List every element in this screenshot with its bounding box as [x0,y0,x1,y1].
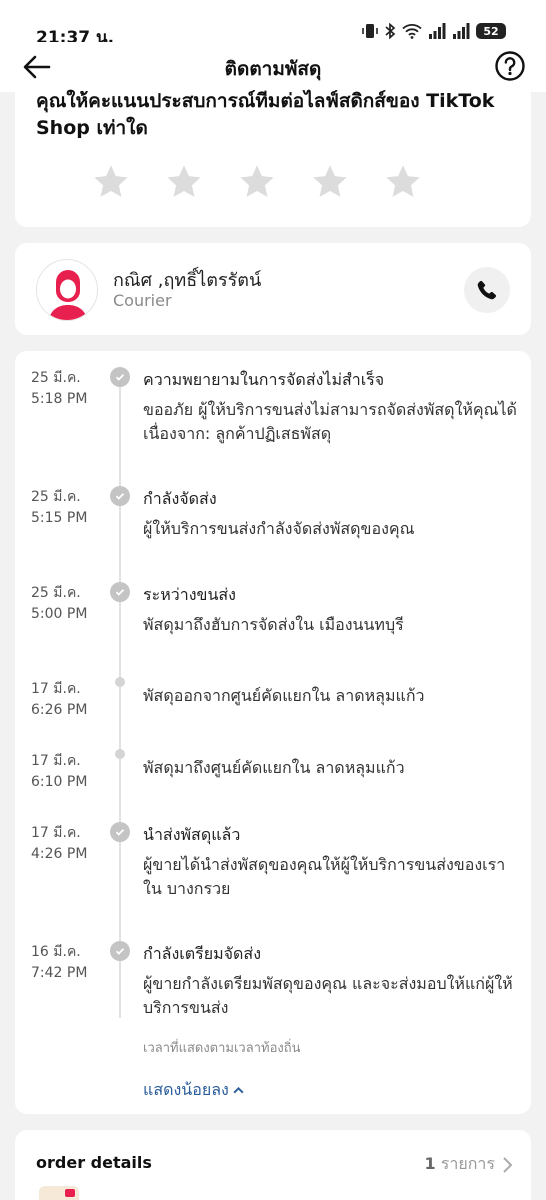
star-icon[interactable] [165,163,203,201]
tracking-timeline: 25 มี.ค. 5:18 PM ความพยายามในการจัดส่งไม่… [15,351,531,1114]
timeline-date: 17 มี.ค. 6:26 PM [31,681,88,718]
star-icon[interactable] [384,163,422,201]
check-circle-icon [110,486,130,506]
courier-card: กณิศ ,ฤทธิ์ไตรรัตน์ Courier [15,243,531,335]
bluetooth-icon [385,22,396,40]
check-circle-icon [110,367,130,387]
page-title: ติดตามพัสดุ [224,58,322,80]
chevron-up-icon [233,1086,244,1094]
order-item-count: 1 รายการ [424,1154,495,1173]
courier-avatar-icon [49,270,87,320]
courier-name: กณิศ ,ฤทธิ์ไตรรัตน์ [113,270,262,291]
help-icon [495,51,525,81]
status-icons: 52 [362,22,506,40]
timeline-title: ความพยายามในการจัดส่งไม่สำเร็จ [143,370,385,389]
timeline-desc: ผู้ให้บริการขนส่งกำลังจัดส่งพัสดุของคุณ [143,519,415,538]
order-details-link[interactable]: 1 รายการ [425,1152,513,1177]
timeline-dot [115,749,125,759]
timeline-desc: ผู้ขายได้นำส่งพัสดุของคุณให้ผู้ให้บริการ… [143,855,506,898]
star-icon[interactable] [311,163,349,201]
rating-stars [92,163,422,201]
timeline-line [119,378,121,1018]
rating-prompt: คุณให้คะแนนประสบการณ์ทีมต่อไลฟ์สดิกส์ของ… [36,90,495,139]
courier-role: Courier [113,291,172,310]
call-button[interactable] [464,267,510,313]
timeline-title: ระหว่างขนส่ง [143,585,236,604]
timeline-date: 17 มี.ค. 6:10 PM [31,753,88,790]
timeline-dot [115,677,125,687]
timeline-title: กำลังเตรียมจัดส่ง [143,944,262,963]
timeline-desc: ขออภัย ผู้ให้บริการขนส่งไม่สามารถจัดส่งพ… [143,400,517,443]
timezone-note: เวลาที่แสดงตามเวลาท้องถิ่น [143,1041,301,1056]
wifi-icon [402,24,422,39]
timeline-date: 25 มี.ค. 5:18 PM [31,370,88,407]
phone-icon [477,280,497,300]
timeline-date: 25 มี.ค. 5:15 PM [31,489,88,526]
check-circle-icon [110,941,130,961]
rating-card: คุณให้คะแนนประสบการณ์ทีมต่อไลฟ์สดิกส์ของ… [15,84,531,227]
star-icon[interactable] [92,163,130,201]
help-button[interactable] [494,50,526,82]
timeline-date: 16 มี.ค. 7:42 PM [31,944,88,981]
show-less-link[interactable]: แสดงน้อยลง [143,1078,245,1103]
timeline-desc: ผู้ขายกำลังเตรียมพัสดุของคุณ และจะส่งมอบ… [143,974,513,1017]
timeline-desc: พัสดุออกจากศูนย์คัดแยกใน ลาดหลุมแก้ว [143,686,425,705]
battery-icon: 52 [476,23,506,39]
timeline-date: 17 มี.ค. 4:26 PM [31,825,88,862]
chevron-right-icon [503,1156,513,1173]
product-thumbnail[interactable] [39,1186,79,1200]
signal-icon-2 [453,23,470,39]
avatar [36,259,98,321]
check-circle-icon [110,822,130,842]
vibrate-icon [362,24,378,38]
show-less-label: แสดงน้อยลง [143,1080,229,1099]
order-details-title: order details [36,1153,152,1172]
timeline-desc: พัสดุมาถึงฮับการจัดส่งใน เมืองนนทบุรี [143,615,404,634]
signal-icon [429,23,446,39]
timeline-title: นำส่งพัสดุแล้ว [143,825,241,844]
star-icon[interactable] [238,163,276,201]
timeline-date: 25 มี.ค. 5:00 PM [31,585,88,622]
order-details-card: order details 1 รายการ [15,1130,531,1200]
timeline-title: กำลังจัดส่ง [143,489,217,508]
check-circle-icon [110,582,130,602]
timeline-desc: พัสดุมาถึงศูนย์คัดแยกใน ลาดหลุมแก้ว [143,758,405,777]
status-bar: 21:37 น. 52 [0,0,546,48]
